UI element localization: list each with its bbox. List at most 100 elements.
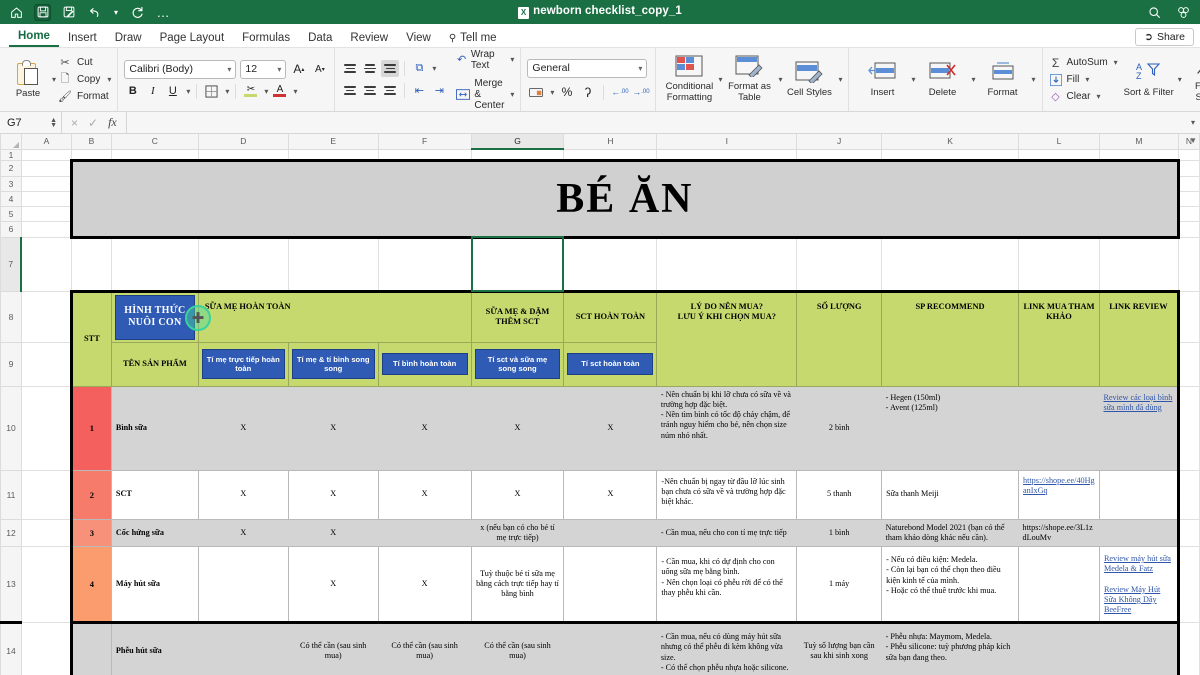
r1-recommend[interactable]: - Hegen (150ml) - Avent (125ml) xyxy=(881,386,1019,470)
r1-c1[interactable]: X xyxy=(198,386,289,470)
fill-color-icon[interactable]: ✂ xyxy=(242,83,259,100)
format-cells-dropdown-icon[interactable]: ▾ xyxy=(1032,75,1036,84)
header-link-mua-tham-khao[interactable]: LINK MUA THAM KHẢO xyxy=(1018,289,1100,387)
row-header-11[interactable]: 11 xyxy=(0,469,22,520)
spreadsheet-grid[interactable]: A B C D E F G H I J K L M N 1 2 BÉ ĂN 3 … xyxy=(0,134,1200,675)
r5-recommend[interactable]: - Phễu nhựa: Maymom, Medela. - Phễu sili… xyxy=(881,622,1019,675)
r5-reason[interactable]: - Cần mua, nếu có dùng máy hút sữa nhưng… xyxy=(656,622,797,675)
format-cells-button[interactable]: Format xyxy=(976,61,1030,99)
r4-c2[interactable]: X xyxy=(287,546,379,624)
autosum-button[interactable]: Σ AutoSum ▾ xyxy=(1049,56,1118,70)
r5-c5[interactable] xyxy=(563,622,657,675)
header-so-luong[interactable]: SỐ LƯỢNG xyxy=(796,289,883,387)
header-sua-me-dam-them-sct[interactable]: SỮA MẸ & DẶM THÊM SCT xyxy=(470,289,565,343)
row-header-7[interactable]: 7 xyxy=(0,236,23,292)
header-ten-san-pham[interactable]: TÊN SẢN PHẨM xyxy=(110,341,199,387)
r4-c4[interactable]: Tuỳ thuộc bé tí sữa mẹ bằng cách trực ti… xyxy=(470,546,565,624)
more-commands-icon[interactable]: … xyxy=(155,4,172,21)
cell-e1[interactable] xyxy=(287,148,379,161)
cell-c7[interactable] xyxy=(110,236,199,292)
decrease-indent-icon[interactable]: ⇤ xyxy=(410,82,428,99)
r5-c4[interactable]: Có thể cần (sau sinh mua) xyxy=(471,622,564,675)
clear-dropdown-icon[interactable]: ▾ xyxy=(1096,92,1100,101)
cell-n1[interactable] xyxy=(1177,148,1200,161)
row-header-3[interactable]: 3 xyxy=(0,175,22,192)
increase-indent-icon[interactable]: ⇥ xyxy=(430,82,448,99)
tab-insert[interactable]: Insert xyxy=(59,30,106,47)
r4-recommend[interactable]: - Nếu có điều kiện: Medela. - Còn lại bạ… xyxy=(881,546,1020,624)
align-right-icon[interactable] xyxy=(381,82,399,99)
row-header-4[interactable]: 4 xyxy=(0,190,22,207)
header-chip-1[interactable]: Tí mẹ trực tiếp hoàn toàn xyxy=(197,341,289,387)
cell-d1[interactable] xyxy=(197,148,289,161)
r2-link-buy[interactable]: https://shope.ee/40HganIxGq xyxy=(1018,469,1100,520)
cell-a6[interactable] xyxy=(20,220,72,238)
r1-qty[interactable]: 2 bình xyxy=(796,386,882,470)
row-number-3[interactable]: 3 xyxy=(69,518,112,547)
row-header-1[interactable]: 1 xyxy=(0,148,22,161)
format-as-table-button[interactable]: Format as Table xyxy=(722,55,776,104)
fill-color-dropdown-icon[interactable]: ▾ xyxy=(264,87,268,96)
wrap-text-dropdown-icon[interactable]: ▾ xyxy=(510,55,514,64)
scroll-up-icon[interactable]: ▼ xyxy=(1189,136,1197,145)
cell-k7[interactable] xyxy=(881,236,1020,292)
header-chip-3[interactable]: Tí bình hoàn toàn xyxy=(377,341,472,387)
align-bottom-icon[interactable] xyxy=(381,60,400,77)
cell-a9[interactable] xyxy=(20,341,72,387)
r3-reason[interactable]: - Cần mua, nếu cho con tí mẹ trực tiếp xyxy=(656,519,797,547)
account-icon[interactable] xyxy=(1175,4,1192,21)
name-box-spinner-icon[interactable]: ▲ ▼ xyxy=(50,117,57,129)
r3-recommend[interactable]: Naturebond Model 2021 (bạn có thể tham k… xyxy=(881,519,1019,547)
cell-j7[interactable] xyxy=(796,236,883,292)
paste-button[interactable]: Paste xyxy=(6,60,50,99)
column-header-e[interactable]: E xyxy=(287,134,379,150)
cell-l7[interactable] xyxy=(1018,236,1100,292)
cell-a1[interactable] xyxy=(20,148,72,161)
header-sp-recommend[interactable]: SP RECOMMEND xyxy=(881,289,1020,387)
r4-c5[interactable] xyxy=(563,546,658,624)
cell-k1[interactable] xyxy=(881,148,1020,161)
column-header-m[interactable]: M xyxy=(1098,134,1179,150)
column-header-g[interactable]: G xyxy=(470,134,565,150)
r1-c5[interactable]: X xyxy=(563,386,657,470)
product-name-1[interactable]: Bình sữa xyxy=(111,386,199,470)
borders-icon[interactable] xyxy=(203,83,220,100)
header-stt[interactable]: STT xyxy=(69,289,112,387)
row-header-10[interactable]: 10 xyxy=(0,385,22,471)
cell-n8[interactable] xyxy=(1177,290,1200,343)
cell-styles-button[interactable]: Cell Styles xyxy=(782,61,836,99)
number-format-select[interactable]: General ▾ xyxy=(527,58,648,78)
underline-button[interactable]: U xyxy=(164,83,181,100)
cell-g1[interactable] xyxy=(470,148,565,161)
r2-reason[interactable]: -Nên chuẩn bị ngay từ đầu lỡ lúc sinh bạ… xyxy=(656,469,798,520)
decrease-decimal-icon[interactable]: → .00 xyxy=(632,84,649,101)
row-header-12[interactable]: 12 xyxy=(0,518,22,547)
r5-c1[interactable] xyxy=(198,622,289,675)
r5-link-review[interactable] xyxy=(1099,622,1180,675)
insert-cells-button[interactable]: Insert xyxy=(855,61,909,99)
r1-link-buy[interactable] xyxy=(1018,386,1100,470)
row-number-4[interactable]: 4 xyxy=(69,546,112,624)
cell-n4[interactable] xyxy=(1177,190,1200,207)
copy-button[interactable]: 🗋 Copy ▾ xyxy=(58,73,112,87)
r1-c4[interactable]: X xyxy=(471,386,564,470)
r2-qty[interactable]: 5 thanh xyxy=(796,469,883,520)
cell-f7[interactable] xyxy=(377,236,472,292)
r4-reason[interactable]: - Cần mua, khi có dự định cho con uống s… xyxy=(656,546,798,624)
header-link-review[interactable]: LINK REVIEW xyxy=(1098,289,1180,387)
r2-c4[interactable]: X xyxy=(470,469,565,520)
product-name-4[interactable]: Máy hút sữa xyxy=(110,546,199,624)
tab-tell-me[interactable]: ⚲ Tell me xyxy=(440,30,506,47)
expand-formula-bar-icon[interactable]: ▾ xyxy=(1186,118,1200,127)
row-number-5[interactable] xyxy=(69,622,112,675)
paste-dropdown-icon[interactable]: ▾ xyxy=(52,75,56,84)
home-icon[interactable] xyxy=(8,4,25,21)
tab-view[interactable]: View xyxy=(397,30,440,47)
align-left-icon[interactable] xyxy=(341,82,359,99)
cell-d7[interactable] xyxy=(197,236,289,292)
wrap-text-button[interactable]: ↶ Wrap Text ▾ xyxy=(456,49,514,71)
header-ly-do-nen-mua[interactable]: LÝ DO NÊN MUA? LƯU Ý KHI CHỌN MUA? xyxy=(656,289,798,387)
clear-button[interactable]: ◇ Clear ▾ xyxy=(1049,90,1118,104)
fill-dropdown-icon[interactable]: ▾ xyxy=(1085,75,1089,84)
cell-n13[interactable] xyxy=(1177,546,1200,623)
